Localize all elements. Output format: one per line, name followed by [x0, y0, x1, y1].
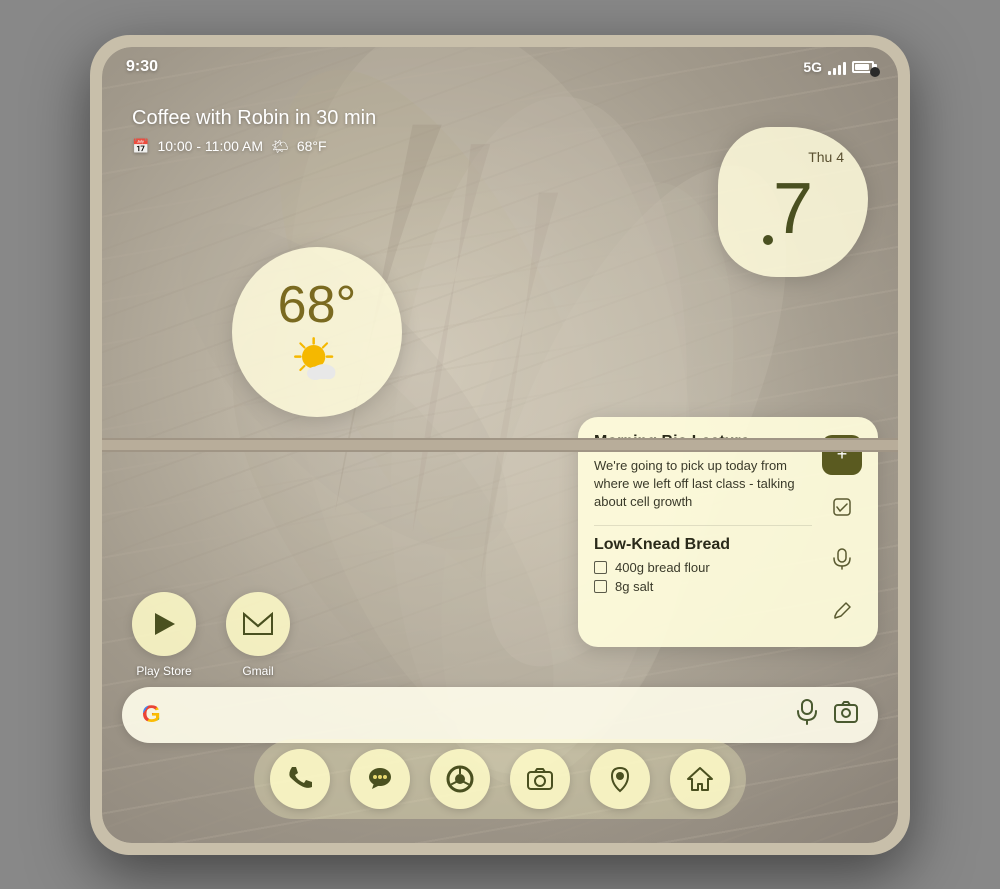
play-store-icon[interactable] — [132, 592, 196, 656]
dock-phone[interactable] — [270, 749, 330, 809]
weather-icon-area — [292, 335, 342, 385]
weather-inline-temp: 68°F — [297, 138, 327, 154]
lens-search-icon[interactable] — [834, 701, 858, 729]
note-1-text: We're going to pick up today from where … — [594, 457, 812, 512]
gmail-container: Gmail — [226, 592, 290, 678]
chrome-icon — [446, 765, 474, 793]
pencil-icon — [833, 602, 851, 620]
weather-condition-icon — [292, 335, 342, 385]
weather-inline-icon: 🌤 — [271, 138, 289, 155]
signal-bar-4 — [843, 62, 846, 75]
check-item-1-label: 400g bread flour — [615, 560, 710, 575]
battery-fill — [855, 64, 869, 70]
mic-search-icon — [796, 699, 818, 725]
clock-date: Thu 4 — [808, 149, 844, 165]
status-time: 9:30 — [126, 58, 158, 76]
dock-chrome[interactable] — [430, 749, 490, 809]
event-time-text: 10:00 - 11:00 AM — [157, 138, 263, 154]
notes-content: Morning Bio Lecture We're going to pick … — [594, 433, 812, 631]
note-divider — [594, 525, 812, 526]
screen-content: 9:30 5G Coffee wit — [102, 47, 898, 843]
note-edit-button[interactable] — [822, 591, 862, 631]
clock-hour: 7 — [773, 173, 813, 245]
event-time-row: 📅 10:00 - 11:00 AM 🌤 68°F — [132, 138, 376, 155]
play-store-container: Play Store — [132, 592, 196, 678]
checkbox-1[interactable] — [594, 561, 607, 574]
play-triangle-icon — [149, 609, 179, 639]
camera-sensor — [870, 67, 880, 77]
home-icon — [686, 765, 714, 793]
signal-icon — [828, 59, 846, 75]
clock-widget[interactable]: Thu 4 7 — [718, 127, 868, 277]
note-check-button[interactable] — [822, 487, 862, 527]
signal-bar-1 — [828, 71, 831, 75]
network-type: 5G — [803, 59, 822, 75]
note-item-2[interactable]: Low-Knead Bread 400g bread flour 8g salt — [594, 536, 812, 594]
dock-maps[interactable] — [590, 749, 650, 809]
google-logo: G — [142, 701, 161, 729]
gmail-m-icon — [242, 612, 274, 636]
play-store-label: Play Store — [136, 664, 191, 678]
event-widget[interactable]: Coffee with Robin in 30 min 📅 10:00 - 11… — [132, 107, 376, 155]
calendar-icon: 📅 — [132, 138, 149, 155]
app-icons-row: Play Store Gmail — [132, 592, 290, 678]
check-item-2-label: 8g salt — [615, 579, 653, 594]
search-action-icons — [796, 699, 858, 731]
checkmark-icon — [832, 497, 852, 517]
camera-dock-icon — [526, 765, 554, 793]
phone-icon — [286, 765, 314, 793]
check-item-1: 400g bread flour — [594, 560, 812, 575]
status-icons: 5G — [803, 59, 874, 75]
phone-hinge — [102, 438, 898, 452]
note-mic-button[interactable] — [822, 539, 862, 579]
dock-camera[interactable] — [510, 749, 570, 809]
notes-actions: + — [822, 433, 862, 631]
status-bar: 9:30 5G — [102, 47, 898, 87]
signal-bar-3 — [838, 65, 841, 75]
weather-widget[interactable]: 68° — [232, 247, 402, 417]
mic-icon — [833, 548, 851, 570]
event-title: Coffee with Robin in 30 min — [132, 107, 376, 130]
check-item-2: 8g salt — [594, 579, 812, 594]
signal-bar-2 — [833, 68, 836, 75]
gmail-icon[interactable] — [226, 592, 290, 656]
note-2-checklist: 400g bread flour 8g salt — [594, 560, 812, 594]
voice-search-icon[interactable] — [796, 699, 818, 731]
gmail-label: Gmail — [242, 664, 273, 678]
search-bar[interactable]: G — [122, 687, 878, 743]
messages-icon — [366, 765, 394, 793]
app-dock — [254, 739, 746, 819]
clock-indicator — [763, 235, 773, 245]
phone-screen: 9:30 5G Coffee wit — [102, 47, 898, 843]
dock-messages[interactable] — [350, 749, 410, 809]
dock-home[interactable] — [670, 749, 730, 809]
checkbox-2[interactable] — [594, 580, 607, 593]
maps-icon — [606, 765, 634, 793]
note-2-title: Low-Knead Bread — [594, 536, 812, 554]
weather-temperature: 68° — [278, 279, 357, 331]
phone-device: 9:30 5G Coffee wit — [90, 35, 910, 855]
camera-search-icon — [834, 701, 858, 723]
